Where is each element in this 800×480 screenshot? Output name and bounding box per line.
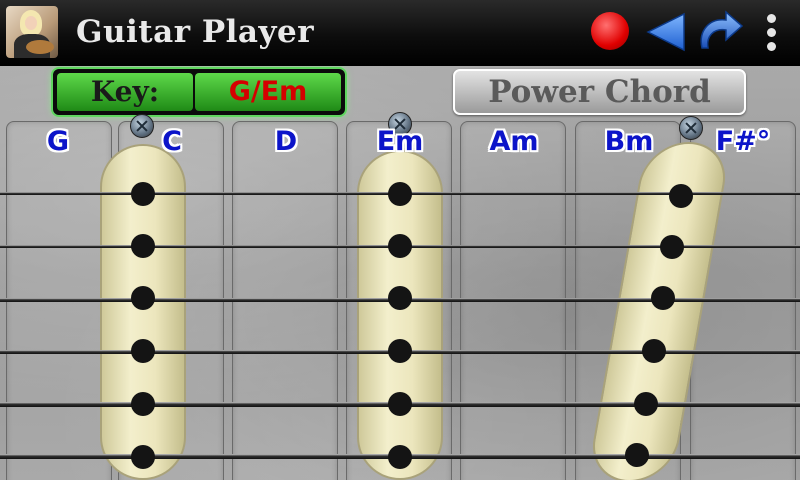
pole-piece xyxy=(388,286,412,310)
pole-piece xyxy=(131,339,155,363)
back-arrow-icon xyxy=(646,12,685,52)
pole-piece xyxy=(388,234,412,258)
pole-piece xyxy=(131,445,155,469)
chord-label-c: C xyxy=(162,126,182,157)
app-bar: Guitar Player xyxy=(0,0,800,66)
back-button[interactable] xyxy=(646,12,686,52)
pole-piece xyxy=(634,392,658,416)
power-chord-label: Power Chord xyxy=(488,74,711,110)
chord-label-am: Am xyxy=(489,126,539,157)
record-button[interactable] xyxy=(591,12,629,50)
power-chord-button[interactable]: Power Chord xyxy=(453,69,746,115)
redo-arrow-icon xyxy=(700,10,744,49)
pole-piece xyxy=(388,339,412,363)
pole-piece xyxy=(388,392,412,416)
redo-button[interactable] xyxy=(694,8,746,56)
overflow-menu-button[interactable] xyxy=(760,10,782,56)
pole-piece xyxy=(660,235,684,259)
chord-label-d: D xyxy=(274,126,298,157)
chord-label-g: G xyxy=(46,126,70,157)
pole-piece xyxy=(388,182,412,206)
pole-piece xyxy=(642,339,666,363)
key-selector[interactable]: Key: G/Em xyxy=(53,69,345,115)
guitar-player-app-icon[interactable] xyxy=(6,6,58,58)
key-label: Key: xyxy=(90,75,160,108)
pole-piece xyxy=(388,445,412,469)
app-title: Guitar Player xyxy=(76,14,315,50)
pole-piece xyxy=(131,234,155,258)
chord-label-fsharp-dim: F#° xyxy=(715,126,771,157)
key-value: G/Em xyxy=(228,76,308,107)
pole-piece xyxy=(131,392,155,416)
pole-piece xyxy=(669,184,693,208)
pole-piece xyxy=(131,182,155,206)
pole-piece xyxy=(131,286,155,310)
pole-piece xyxy=(625,443,649,467)
screw-icon xyxy=(679,116,703,140)
chord-label-bm: Bm xyxy=(604,126,654,157)
chord-label-em: Em xyxy=(376,126,424,157)
pole-piece xyxy=(651,286,675,310)
